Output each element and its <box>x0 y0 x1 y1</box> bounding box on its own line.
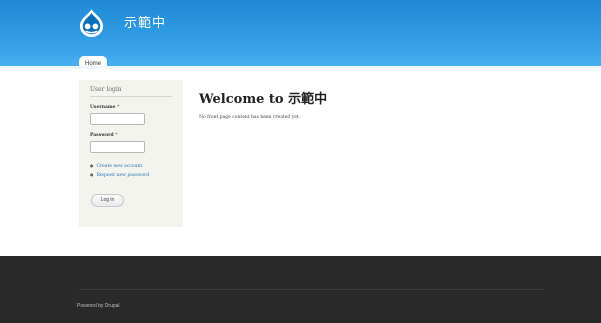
login-button[interactable]: Log in <box>91 194 124 207</box>
username-label: Username * <box>90 105 120 110</box>
site-name[interactable]: 示範中 <box>124 12 166 31</box>
powered-by-text[interactable]: Powered by Drupal <box>77 303 120 309</box>
page-title: Welcome to 示範中 <box>199 92 328 107</box>
footer-divider <box>79 289 543 290</box>
header-divider <box>0 66 601 69</box>
list-item: ● Request new password <box>90 172 149 178</box>
list-item: ● Create new account <box>90 163 142 169</box>
password-label: Password * <box>90 133 118 138</box>
site-header: 示範中 Home <box>0 0 601 72</box>
password-field[interactable] <box>90 141 145 153</box>
required-marker: * <box>117 105 120 110</box>
site-footer: Powered by Drupal <box>0 256 601 323</box>
create-account-link[interactable]: Create new account <box>97 164 143 169</box>
page-body-text: No front page content has been created y… <box>199 115 301 120</box>
request-password-link[interactable]: Request new password <box>97 173 150 178</box>
bullet-icon: ● <box>90 172 94 177</box>
bullet-icon: ● <box>90 163 94 168</box>
block-title: User login <box>90 86 172 97</box>
required-marker: * <box>115 133 118 138</box>
primary-tabs: Home <box>79 50 108 72</box>
user-login-block: User login Username * Password * ● Create… <box>79 80 183 227</box>
tab-home[interactable]: Home <box>79 56 108 72</box>
drupal-drop-logo-icon[interactable] <box>77 8 106 37</box>
username-field[interactable] <box>90 113 145 125</box>
